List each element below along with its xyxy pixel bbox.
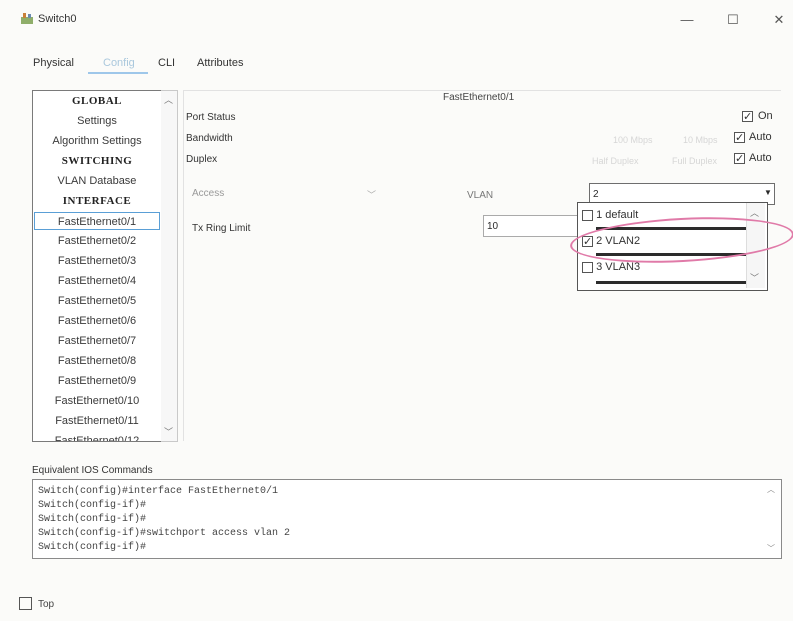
nav-item-fastethernet0-5[interactable]: FastEthernet0/5 [33, 292, 161, 310]
active-tab-indicator [88, 72, 148, 74]
vlan-option-label: 1 default [596, 209, 639, 221]
nav-header-interface: INTERFACE [62, 195, 132, 207]
nav-item-fastethernet0-10[interactable]: FastEthernet0/10 [33, 392, 161, 410]
dropdown-arrow-icon[interactable]: ▼ [764, 188, 772, 197]
nav-item-fastethernet0-3[interactable]: FastEthernet0/3 [33, 252, 161, 270]
minimize-button[interactable]: — [672, 8, 702, 32]
top-checkbox-label: Top [38, 599, 55, 610]
nav-item-fastethernet0-2[interactable]: FastEthernet0/2 [33, 232, 161, 250]
tx-ring-limit-value: 10 [487, 221, 499, 232]
scroll-down-icon[interactable]: ﹀ [164, 425, 173, 438]
console-line: Switch(config-if)# [38, 500, 147, 511]
nav-item-fastethernet0-6[interactable]: FastEthernet0/6 [33, 312, 161, 330]
console-line: Switch(config)#interface FastEthernet0/1 [38, 486, 279, 497]
tab-config[interactable]: Config [103, 57, 135, 69]
vlan-label: VLAN [467, 190, 494, 201]
tab-physical[interactable]: Physical [33, 57, 74, 69]
port-status-checkbox[interactable]: ✓ [742, 111, 753, 123]
scroll-down-icon[interactable]: ﹀ [767, 543, 775, 554]
nav-header-switching: SWITCHING [61, 155, 133, 167]
port-mode-select[interactable]: Access [192, 188, 380, 202]
nav-item-fastethernet0-8[interactable]: FastEthernet0/8 [33, 352, 161, 370]
console-line: Switch(config-if)# [38, 542, 147, 553]
bandwidth-auto-checkbox[interactable]: ✓ [734, 132, 745, 144]
bandwidth-auto-label: Auto [749, 131, 772, 143]
scroll-up-icon[interactable]: ︿ [767, 484, 775, 495]
duplex-auto-checkbox[interactable]: ✓ [734, 153, 745, 165]
nav-item-vlan-database[interactable]: VLAN Database [33, 172, 161, 190]
config-nav-list: GLOBAL Settings Algorithm Settings SWITC… [32, 90, 162, 442]
bandwidth-100-option: 100 Mbps [613, 135, 653, 145]
nav-item-fastethernet0-9[interactable]: FastEthernet0/9 [33, 372, 161, 390]
nav-item-fastethernet0-7[interactable]: FastEthernet0/7 [33, 332, 161, 350]
bandwidth-label: Bandwidth [186, 133, 233, 144]
nav-item-fastethernet0-12[interactable]: FastEthernet0/12 [33, 432, 161, 441]
duplex-half-option: Half Duplex [592, 156, 639, 166]
console-line: Switch(config-if)# [38, 514, 147, 525]
ios-commands-label: Equivalent IOS Commands [32, 465, 153, 476]
chevron-down-icon[interactable]: ﹀ [367, 188, 376, 201]
tab-cli[interactable]: CLI [158, 57, 175, 69]
vlan-option-label: 3 VLAN3 [596, 261, 641, 273]
port-status-on-label: On [758, 110, 773, 122]
bandwidth-10-option: 10 Mbps [683, 135, 718, 145]
nav-item-fastethernet0-4[interactable]: FastEthernet0/4 [33, 272, 161, 290]
nav-item-fastethernet0-1[interactable]: FastEthernet0/1 [34, 212, 160, 230]
duplex-auto-label: Auto [749, 152, 772, 164]
maximize-button[interactable]: ☐ [718, 8, 748, 32]
nav-item-fastethernet0-11[interactable]: FastEthernet0/11 [33, 412, 161, 430]
top-checkbox[interactable] [19, 597, 32, 610]
vlan-option-checkbox[interactable] [582, 209, 593, 221]
port-status-label: Port Status [186, 112, 236, 123]
vlan-option-checkbox[interactable] [582, 261, 593, 273]
close-button[interactable]: ✕ [764, 8, 793, 32]
window-title: Switch0 [38, 13, 77, 25]
panel-title: FastEthernet0/1 [443, 92, 515, 103]
list-item-divider [596, 281, 748, 284]
scroll-up-icon[interactable]: ︿ [164, 93, 173, 106]
nav-item-settings[interactable]: Settings [33, 112, 161, 130]
vlan-option-3[interactable]: 3 VLAN3 [582, 261, 640, 277]
vlan-select-value: 2 [593, 189, 599, 200]
duplex-label: Duplex [186, 154, 218, 165]
console-line: Switch(config-if)#switchport access vlan… [38, 528, 291, 539]
switch-app-icon [21, 13, 33, 24]
nav-scrollbar[interactable]: ︿ ﹀ [161, 90, 178, 442]
tx-ring-limit-label: Tx Ring Limit [192, 223, 251, 234]
nav-item-algorithm-settings[interactable]: Algorithm Settings [33, 132, 161, 150]
scroll-up-icon[interactable]: ︿ [750, 206, 759, 219]
scroll-down-icon[interactable]: ﹀ [750, 271, 759, 284]
duplex-full-option: Full Duplex [672, 156, 718, 166]
nav-header-global: GLOBAL [71, 95, 123, 107]
tab-attributes[interactable]: Attributes [197, 57, 243, 69]
